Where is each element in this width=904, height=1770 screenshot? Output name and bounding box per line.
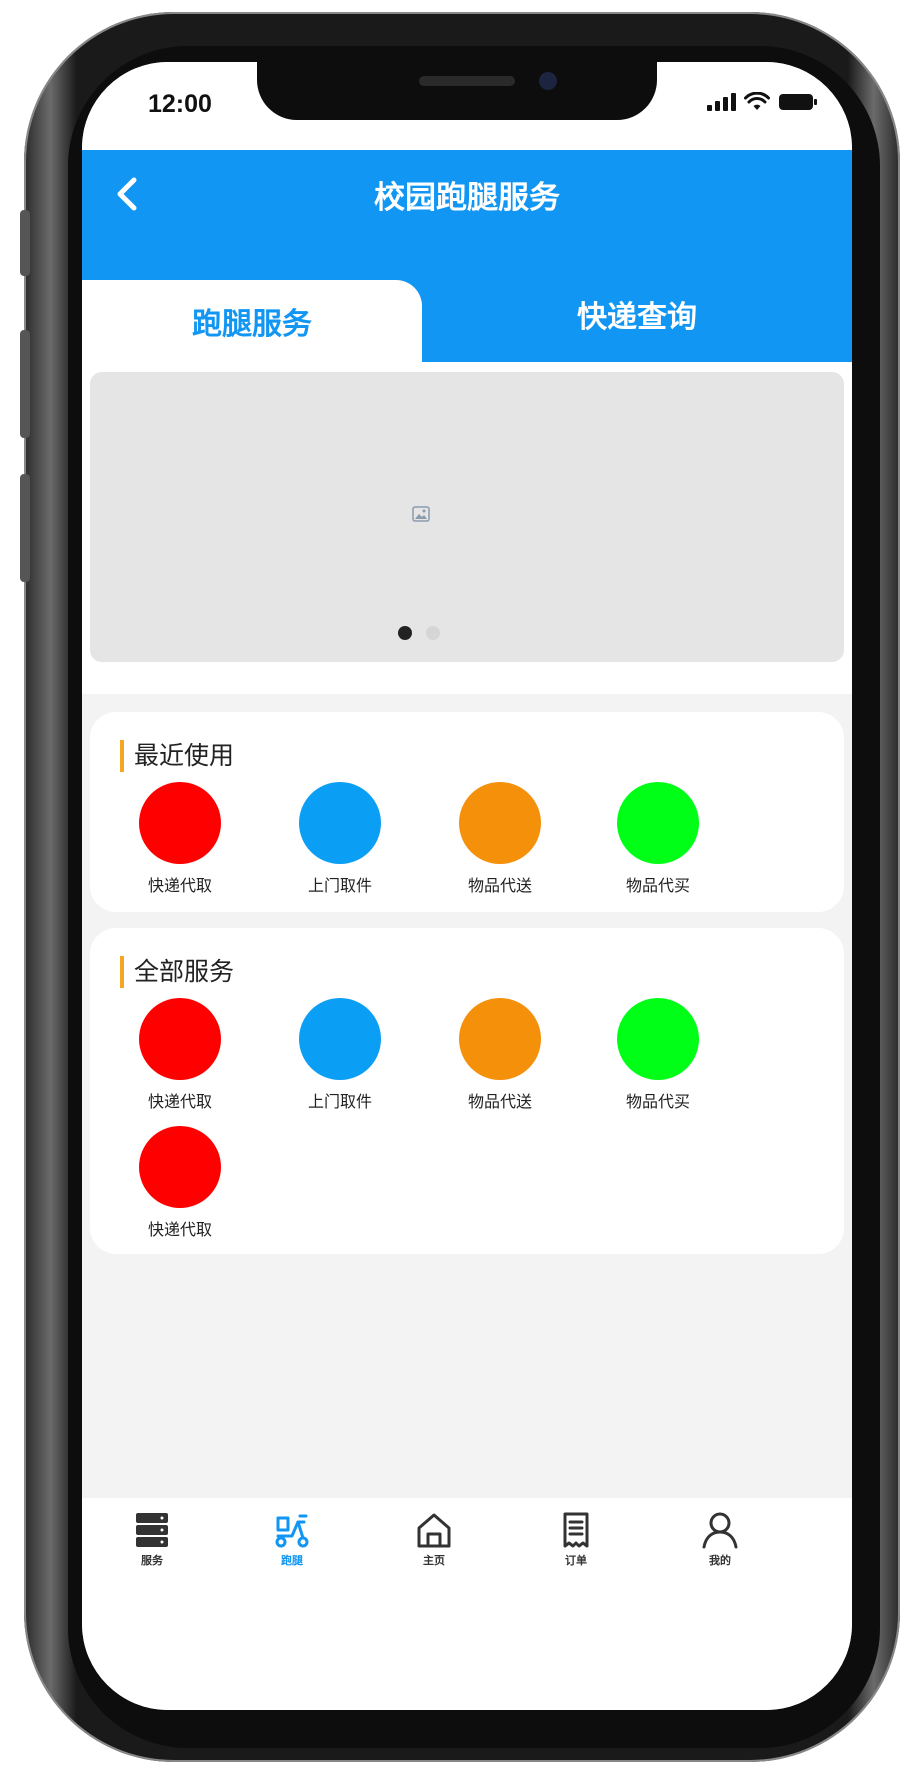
bottom-tab-bar: 服务 跑腿 主页 订单 我的 — [82, 1498, 852, 1710]
service-icon — [459, 998, 541, 1080]
service-label: 物品代送 — [467, 1092, 532, 1111]
status-icons — [707, 92, 818, 112]
service-label: 快递代取 — [147, 1220, 212, 1239]
banner-section — [82, 362, 852, 694]
volume-up-button — [20, 330, 30, 438]
carousel-dots — [398, 626, 440, 640]
front-camera — [539, 72, 557, 90]
section-title: 全部服务 — [120, 956, 234, 988]
service-label: 快递代取 — [147, 1092, 212, 1111]
page-title: 校园跑腿服务 — [374, 180, 560, 216]
service-item[interactable]: 上门取件 — [270, 998, 410, 1112]
service-icon — [617, 782, 699, 864]
tab-bar-label: 跑腿 — [281, 1554, 303, 1567]
tab-express-query[interactable]: 快递查询 — [422, 274, 852, 354]
scooter-icon — [275, 1514, 309, 1548]
tab-bar-item-mine[interactable]: 我的 — [670, 1510, 770, 1568]
tab-bar-item-errand[interactable]: 跑腿 — [242, 1510, 342, 1568]
service-item[interactable]: 快递代取 — [110, 998, 250, 1112]
section-title: 最近使用 — [120, 740, 234, 772]
service-item[interactable]: 快递代取 — [110, 782, 250, 896]
status-time: 12:00 — [148, 90, 212, 118]
tab-bar-label: 我的 — [709, 1554, 731, 1567]
service-label: 快递代取 — [147, 876, 212, 895]
tab-bar-item-home[interactable]: 主页 — [384, 1510, 484, 1568]
battery-icon — [779, 94, 817, 110]
tab-bar-item-orders[interactable]: 订单 — [526, 1510, 626, 1568]
service-item[interactable]: 快递代取 — [110, 1126, 250, 1240]
carousel-dot[interactable] — [426, 626, 440, 640]
service-item[interactable]: 上门取件 — [270, 782, 410, 896]
carousel-dot-active[interactable] — [398, 626, 412, 640]
notch — [257, 62, 657, 120]
service-label: 物品代买 — [625, 1092, 690, 1111]
banner-carousel[interactable] — [90, 372, 844, 662]
home-icon — [417, 1513, 451, 1548]
service-icon — [139, 782, 221, 864]
service-icon — [139, 1126, 221, 1208]
phone-screen: 12:00 校园跑腿服务 跑腿服务 快递查询 最近使用 快递代取 上门取件 物品… — [82, 62, 852, 1710]
tab-bar-item-service[interactable]: 服务 — [102, 1510, 202, 1568]
service-icon — [139, 998, 221, 1080]
service-label: 上门取件 — [307, 1092, 372, 1111]
signal-icon — [707, 93, 736, 111]
all-services-section: 全部服务 快递代取 上门取件 物品代送 物品代买 快递代取 — [90, 928, 844, 1254]
recent-section: 最近使用 快递代取 上门取件 物品代送 物品代买 — [90, 712, 844, 912]
tab-bar-label: 服务 — [141, 1554, 163, 1567]
service-item[interactable]: 物品代送 — [430, 782, 570, 896]
wifi-icon — [744, 92, 770, 110]
tab-bar-label: 主页 — [423, 1554, 445, 1567]
receipt-icon — [563, 1512, 589, 1548]
service-icon — [299, 998, 381, 1080]
volume-down-button — [20, 474, 30, 582]
tab-errand-service[interactable]: 跑腿服务 — [82, 280, 422, 362]
speaker — [419, 76, 515, 86]
service-icon — [459, 782, 541, 864]
service-icon — [617, 998, 699, 1080]
service-label: 物品代买 — [625, 876, 690, 895]
image-placeholder-icon — [412, 506, 430, 522]
service-item[interactable]: 物品代买 — [588, 782, 728, 896]
server-icon — [136, 1513, 168, 1547]
service-item[interactable]: 物品代送 — [430, 998, 570, 1112]
status-bar: 12:00 — [82, 62, 852, 150]
service-label: 物品代送 — [467, 876, 532, 895]
service-icon — [299, 782, 381, 864]
mute-switch — [20, 210, 30, 276]
service-label: 上门取件 — [307, 876, 372, 895]
user-icon — [702, 1512, 738, 1549]
tab-bar-label: 订单 — [565, 1554, 587, 1567]
service-item[interactable]: 物品代买 — [588, 998, 728, 1112]
